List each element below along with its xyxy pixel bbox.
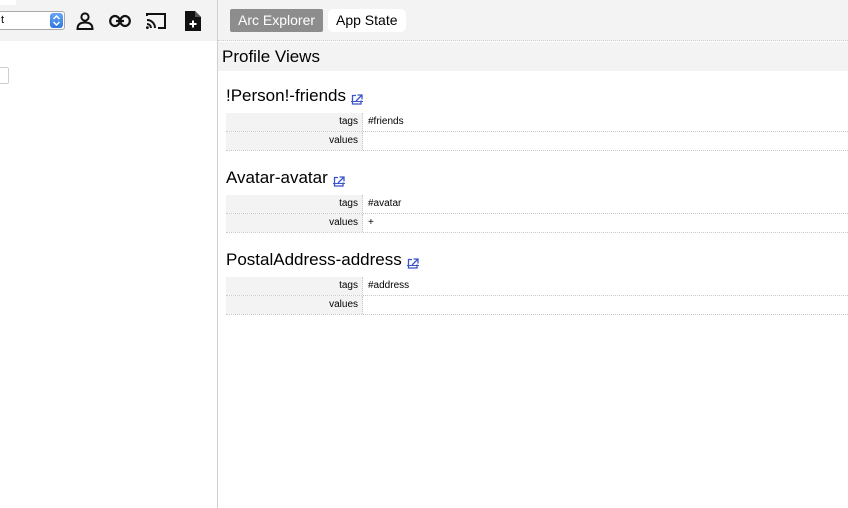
row-value: #friends: [368, 116, 404, 127]
person-icon[interactable]: [74, 10, 96, 32]
row-key: tags: [226, 195, 363, 213]
link-icon[interactable]: [109, 10, 131, 32]
open-external-icon[interactable]: [406, 254, 419, 269]
table-row: values: [226, 296, 848, 315]
top-bar: Arc Explorer App State: [218, 0, 848, 41]
entry-title: Avatar-avatar: [226, 168, 345, 188]
table-row: values +: [226, 214, 848, 233]
properties-table: tags #avatar values +: [226, 195, 848, 233]
tab-app-state[interactable]: App State: [328, 9, 406, 32]
open-external-icon[interactable]: [351, 90, 363, 105]
entry-title-text: Avatar-avatar: [226, 168, 328, 187]
entry-title-text: PostalAddress-address: [226, 250, 402, 269]
properties-table: tags #address values: [226, 277, 848, 315]
row-value: [363, 132, 848, 150]
properties-table: tags #friends values: [226, 113, 848, 151]
context-select-value: t: [1, 14, 5, 26]
left-panel-item[interactable]: [0, 67, 9, 84]
table-row: values: [226, 132, 848, 151]
row-value: +: [368, 217, 374, 228]
select-stepper-icon[interactable]: [50, 13, 63, 28]
section-title: Profile Views: [218, 42, 848, 71]
table-row: tags #avatar: [226, 195, 848, 214]
entry-title-text: !Person!-friends: [226, 86, 346, 105]
cast-icon[interactable]: [145, 10, 167, 32]
row-key: tags: [226, 113, 363, 131]
row-key: values: [226, 214, 363, 232]
row-key: tags: [226, 277, 363, 295]
row-key: values: [226, 296, 363, 314]
row-value: #address: [368, 280, 410, 291]
entry-title: PostalAddress-address: [226, 250, 419, 270]
row-value: #avatar: [368, 198, 402, 209]
left-panel: t: [0, 0, 218, 508]
tab-arc-explorer[interactable]: Arc Explorer: [230, 9, 324, 32]
open-external-icon[interactable]: [332, 172, 345, 187]
table-row: tags #address: [226, 277, 848, 296]
table-row: tags #friends: [226, 113, 848, 132]
row-value: [363, 296, 848, 314]
add-file-icon[interactable]: [182, 10, 204, 32]
context-select[interactable]: t: [0, 11, 65, 30]
right-panel: Arc Explorer App State Profile Views !Pe…: [218, 0, 848, 508]
left-toolbar: t: [0, 0, 217, 41]
row-key: values: [226, 132, 363, 150]
entry-title: !Person!-friends: [226, 86, 363, 106]
toolbar-strip: [0, 0, 16, 5]
